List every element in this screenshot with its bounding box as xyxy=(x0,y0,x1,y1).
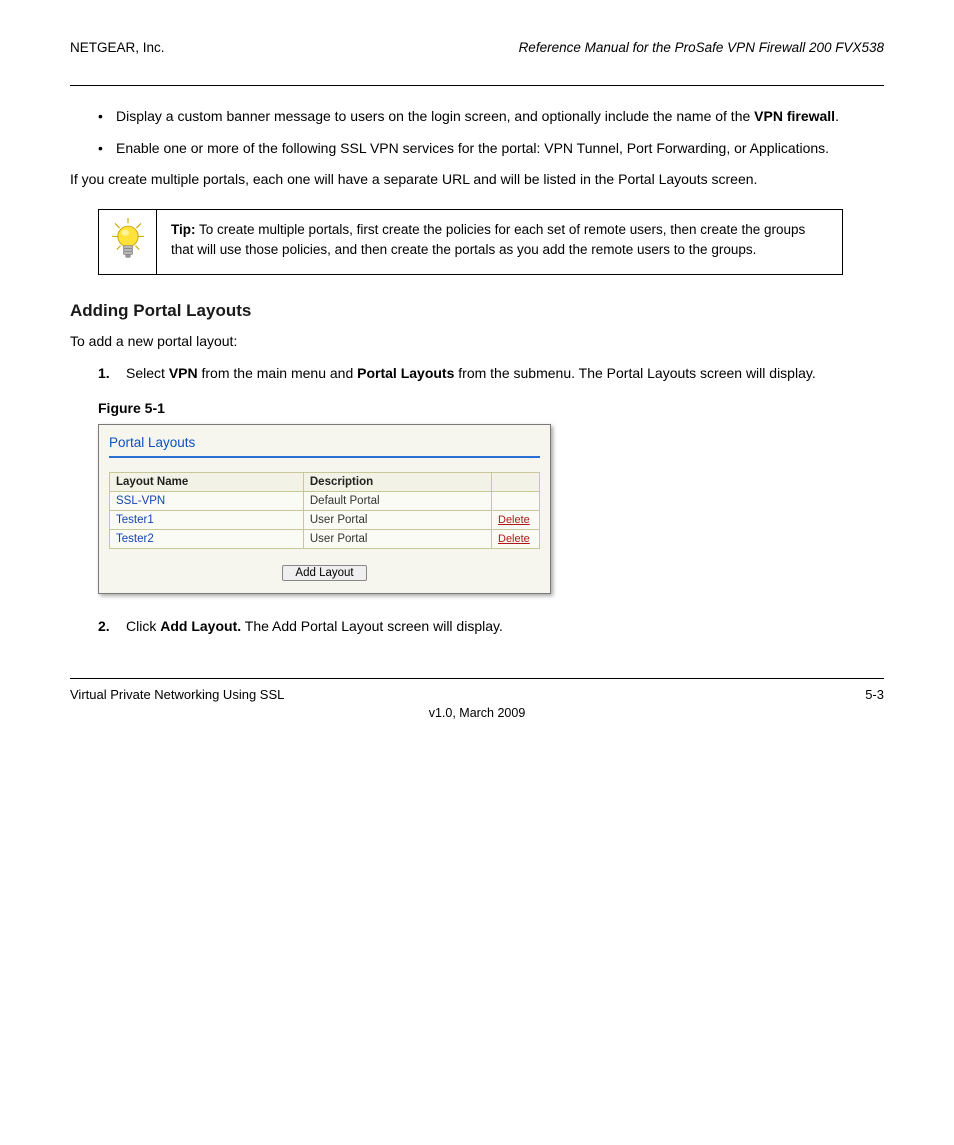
step-text-1: Select VPN from the main menu and Portal… xyxy=(126,363,816,385)
figure-caption: Figure 5-1 xyxy=(98,400,884,416)
table-row: SSL-VPN Default Portal xyxy=(110,492,540,511)
footer-right: 5-3 xyxy=(865,687,884,702)
bullet-1: Display a custom banner message to users… xyxy=(116,106,839,128)
bullet-2: Enable one or more of the following SSL … xyxy=(116,138,829,160)
table-row: Tester2 User Portal Delete xyxy=(110,530,540,549)
tip-text: Tip: To create multiple portals, first c… xyxy=(157,210,842,274)
tip-box: Tip: To create multiple portals, first c… xyxy=(98,209,843,275)
step-number-2: 2. xyxy=(98,616,126,638)
screenshot-portal-layouts: Portal Layouts Layout Name Description S… xyxy=(98,424,551,594)
delete-link[interactable]: Delete xyxy=(498,533,530,545)
delete-link[interactable]: Delete xyxy=(498,514,530,526)
layout-link-sslvpn[interactable]: SSL-VPN xyxy=(116,495,165,507)
layouts-table: Layout Name Description SSL-VPN Default … xyxy=(109,472,540,549)
section-intro: To add a new portal layout: xyxy=(70,331,884,353)
footer-left: Virtual Private Networking Using SSL xyxy=(70,687,284,702)
paragraph-portals: If you create multiple portals, each one… xyxy=(70,169,884,191)
header-rule xyxy=(70,85,884,86)
add-layout-button[interactable]: Add Layout xyxy=(282,565,366,581)
layout-desc: User Portal xyxy=(303,511,491,530)
layout-desc: User Portal xyxy=(303,530,491,549)
step-number-1: 1. xyxy=(98,363,126,385)
footer-version: v1.0, March 2009 xyxy=(70,706,884,720)
header-brand: NETGEAR, Inc. xyxy=(70,40,165,55)
layout-desc: Default Portal xyxy=(303,492,491,511)
step-text-2: Click Add Layout. The Add Portal Layout … xyxy=(126,616,503,638)
panel-title: Portal Layouts xyxy=(109,435,540,450)
bullet-marker: • xyxy=(98,138,116,160)
col-header-action xyxy=(492,473,540,492)
bullet-marker: • xyxy=(98,106,116,128)
layout-action xyxy=(492,492,540,511)
panel-divider xyxy=(109,456,540,458)
header-title: Reference Manual for the ProSafe VPN Fir… xyxy=(519,40,884,55)
table-row: Tester1 User Portal Delete xyxy=(110,511,540,530)
layout-link-tester1[interactable]: Tester1 xyxy=(116,514,154,526)
layout-link-tester2[interactable]: Tester2 xyxy=(116,533,154,545)
col-header-name: Layout Name xyxy=(110,473,304,492)
footer-rule xyxy=(70,678,884,679)
lightbulb-icon xyxy=(99,210,157,274)
section-heading: Adding Portal Layouts xyxy=(70,301,884,321)
col-header-desc: Description xyxy=(303,473,491,492)
